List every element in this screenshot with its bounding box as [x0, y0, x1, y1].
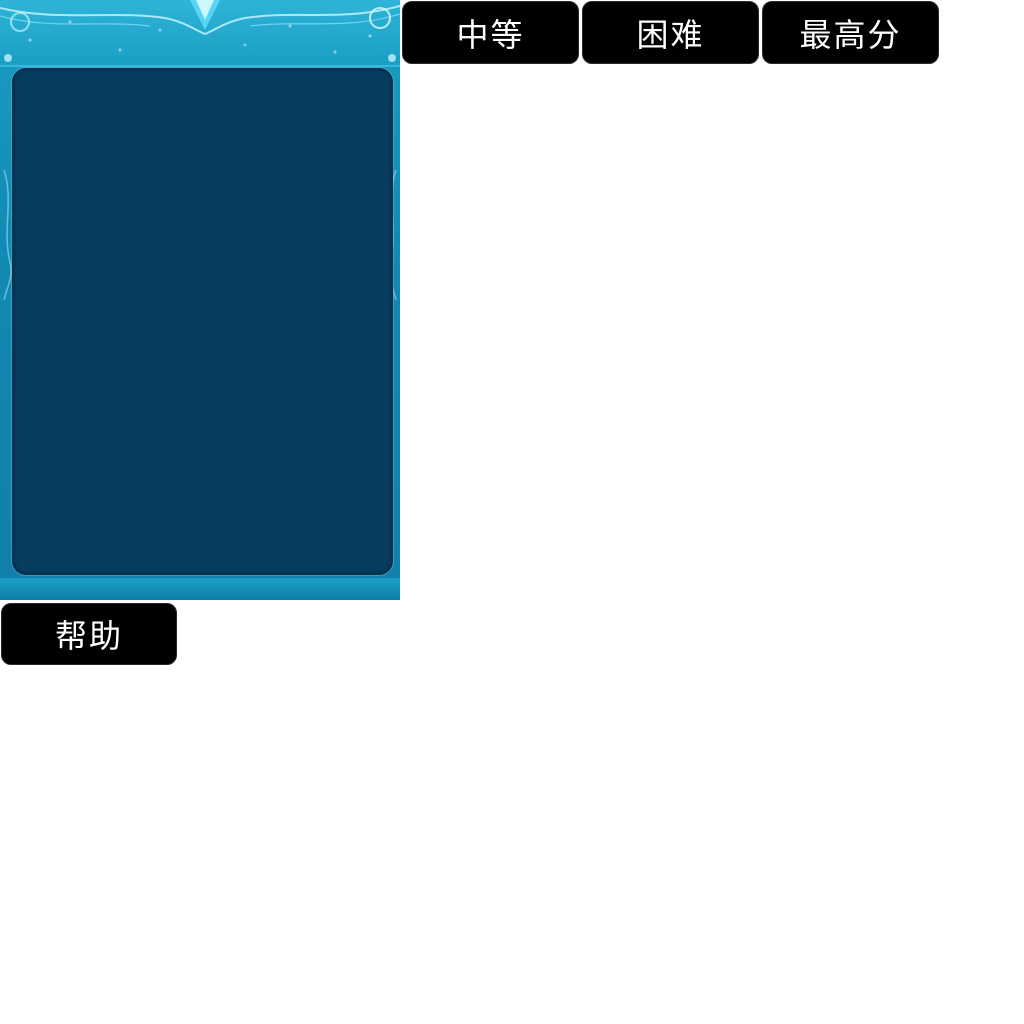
game-board [0, 0, 400, 600]
high-score-button[interactable]: 最高分 [762, 1, 939, 64]
medium-difficulty-button[interactable]: 中等 [402, 1, 579, 64]
game-play-area[interactable] [12, 68, 393, 575]
hard-difficulty-button[interactable]: 困难 [582, 1, 759, 64]
help-button[interactable]: 帮助 [1, 603, 177, 665]
board-bottom-border [0, 578, 400, 600]
